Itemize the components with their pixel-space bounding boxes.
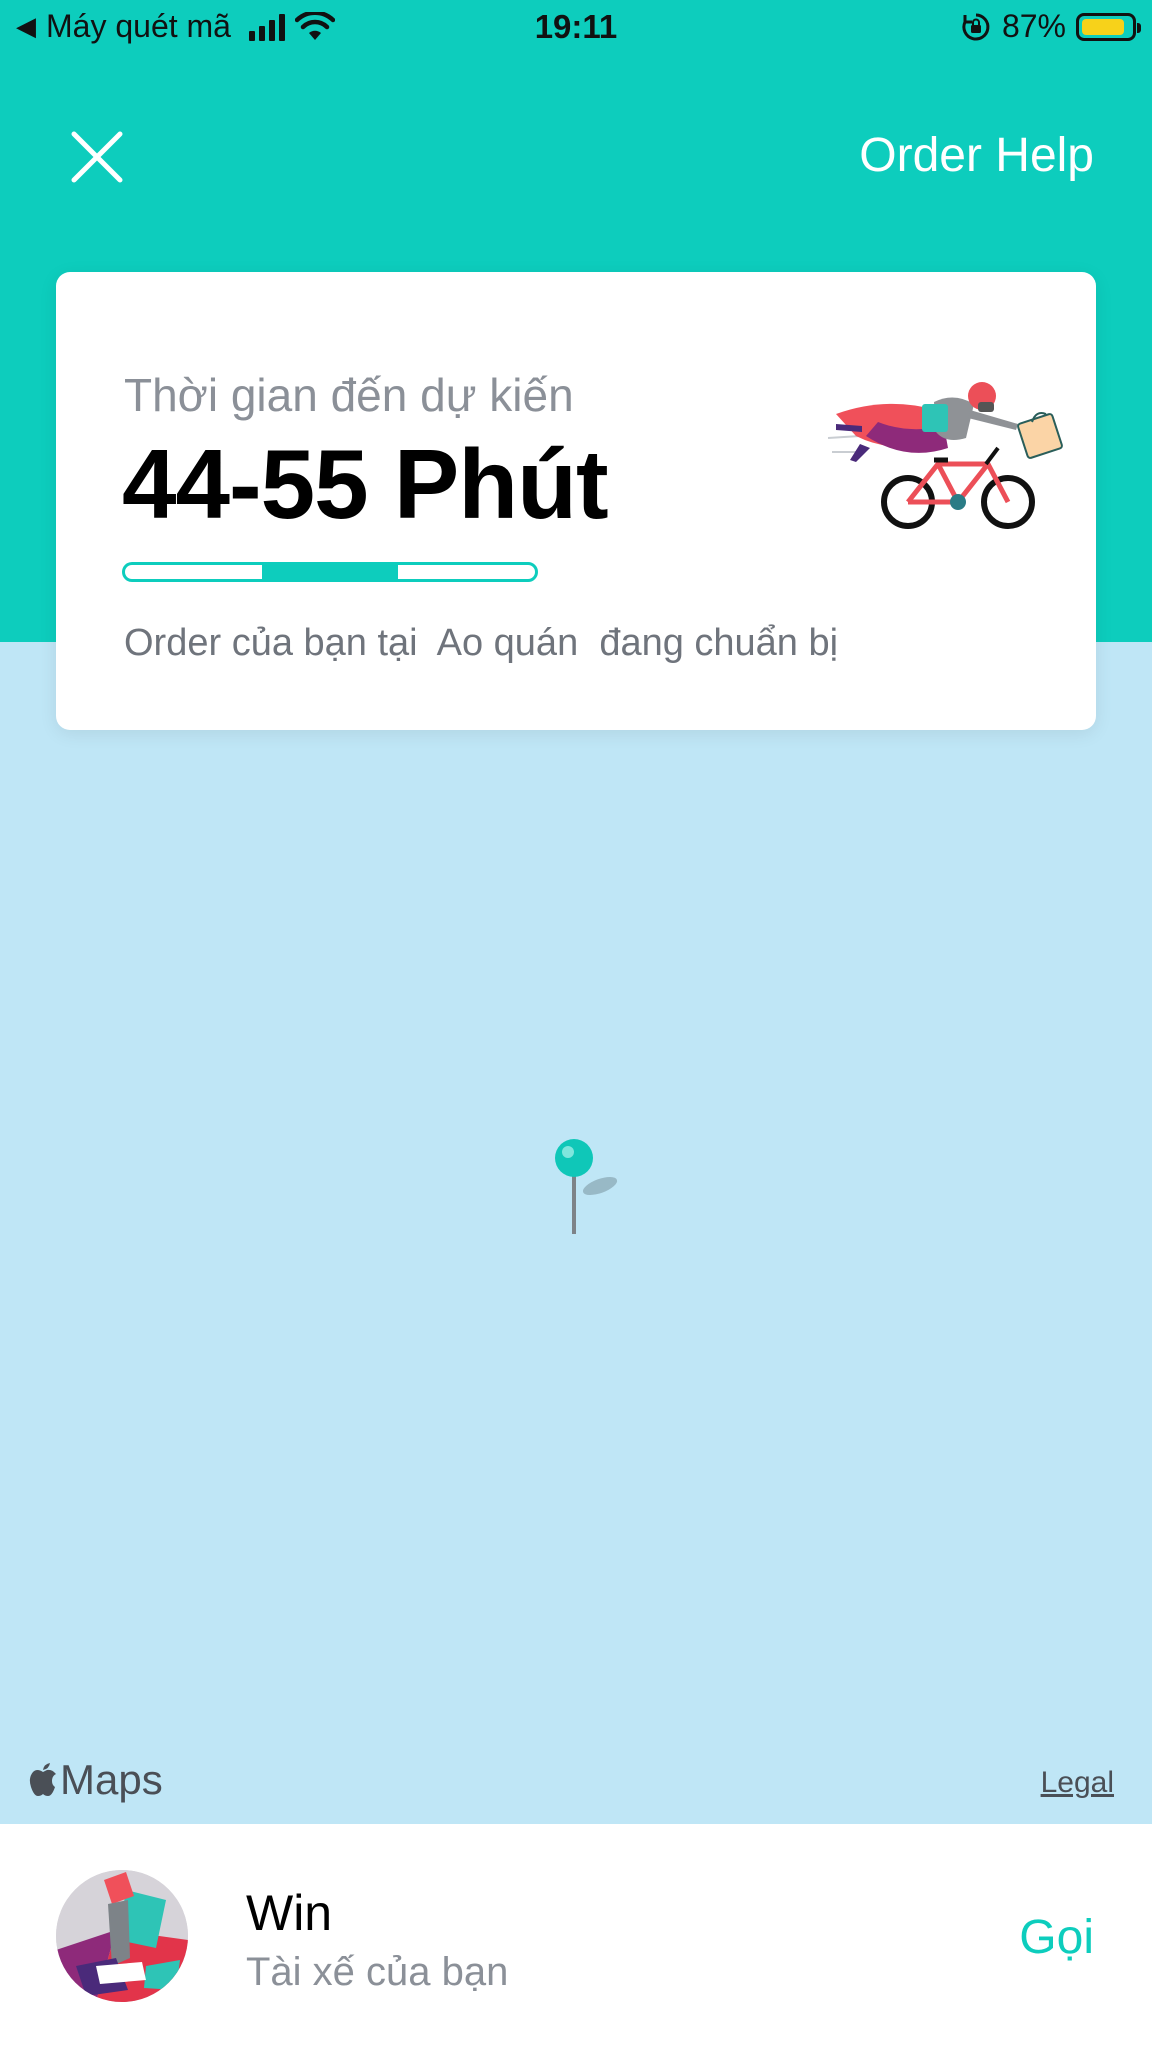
call-driver-button[interactable]: Gọi: [1019, 1910, 1094, 1965]
eta-label: Thời gian đến dự kiến: [124, 369, 574, 421]
status-bar: ◀ Máy quét mã 19:11 87%: [0, 0, 1152, 60]
legal-link[interactable]: Legal: [1041, 1766, 1114, 1800]
driver-name: Win: [246, 1885, 333, 1941]
driver-avatar[interactable]: [56, 1870, 188, 2002]
apple-icon: [29, 1763, 56, 1796]
order-help-button[interactable]: Order Help: [859, 128, 1094, 183]
map-pin-icon[interactable]: [554, 1138, 624, 1238]
close-icon[interactable]: [62, 122, 132, 192]
battery-icon: [1076, 12, 1141, 41]
battery-level-fill: [1082, 18, 1124, 35]
courier-on-bicycle-illustration: [827, 382, 1063, 529]
maps-logo-text: Maps: [60, 1756, 163, 1803]
eta-card: Thời gian đến dự kiến 44-55 Phút Order c…: [56, 272, 1096, 730]
battery-percent: 87%: [1001, 8, 1066, 44]
rotation-lock-icon: [962, 13, 990, 40]
driver-avatar-illustration: [56, 1870, 188, 2002]
eta-value: 44-55 Phút: [122, 429, 609, 539]
order-progress-bar: [122, 562, 538, 582]
driver-panel: Win Tài xế của bạn Gọi: [0, 1824, 1152, 2048]
progress-active-segment: [261, 565, 399, 579]
apple-maps-logo: Maps: [28, 1756, 163, 1804]
order-status-message: Order của bạn tại Ao quán đang chuẩn bị: [124, 622, 839, 664]
driver-role: Tài xế của bạn: [246, 1950, 509, 1994]
